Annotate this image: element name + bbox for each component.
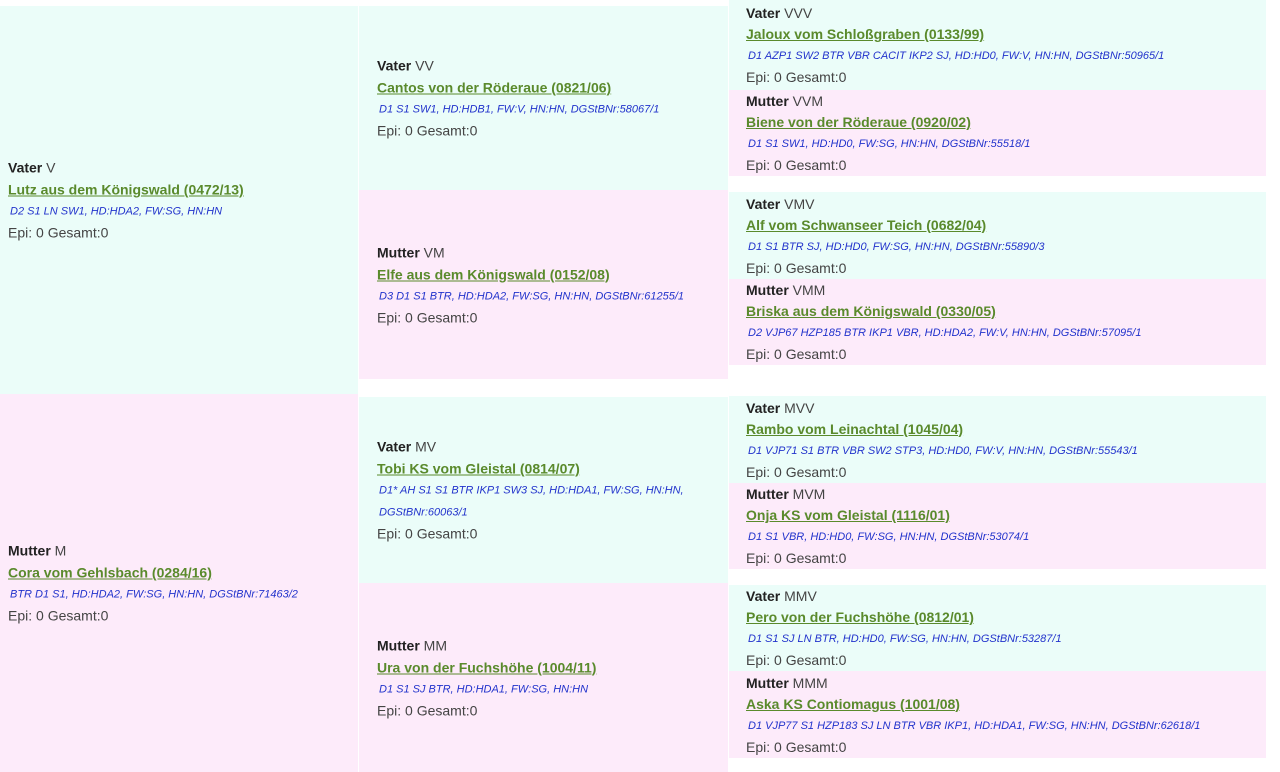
ancestor-code: MMM [792,674,828,691]
ancestor-name-link[interactable]: Ura von der Fuchshöhe (1004/11) [377,658,596,676]
ancestor-code: VV [415,57,434,74]
role-label: Vater MVV [746,399,1258,417]
sex-label: Vater [746,399,781,416]
ancestor-epi: Epi: 0 Gesamt:0 [8,224,109,241]
ancestor-code: V [46,159,56,176]
ancestor-titles: D1 VJP77 S1 HZP183 SJ LN BTR VBR IKP1, H… [748,719,1201,732]
sex-label: Vater [746,5,781,21]
ancestor-epi: Epi: 0 Gesamt:0 [377,702,478,718]
ancestor-epi: Epi: 0 Gesamt:0 [746,738,847,755]
role-label: Vater VVV [746,4,1258,22]
ancestor-mvv: Vater MVV Rambo vom Leinachtal (1045/04)… [729,396,1266,483]
ancestor-vv: Vater VV Cantos von der Röderaue (0821/0… [359,6,728,190]
ancestor-epi: Epi: 0 Gesamt:0 [377,525,478,542]
ancestor-name-link[interactable]: Aska KS Contiomagus (1001/08) [746,695,960,713]
ancestor-titles: D1 S1 BTR SJ, HD:HD0, FW:SG, HN:HN, DGSt… [748,240,1045,253]
ancestor-code: MVV [784,399,815,416]
ancestor-titles: D2 S1 LN SW1, HD:HDA2, FW:SG, HN:HN [10,205,223,218]
ancestor-titles: D1* AH S1 S1 BTR IKP1 SW3 SJ, HD:HDA1, F… [379,484,684,519]
role-label: Vater MMV [746,587,1258,605]
ancestor-code: VVV [784,5,813,21]
role-label: Mutter VM [377,243,704,261]
ancestor-epi: Epi: 0 Gesamt:0 [377,309,478,325]
ancestor-epi: Epi: 0 Gesamt:0 [746,463,847,480]
ancestor-titles: D1 S1 SW1, HD:HD0, FW:SG, HN:HN, DGStBNr… [748,138,1031,150]
ancestor-name-link[interactable]: Lutz aus dem Königswald (0472/13) [8,181,244,199]
ancestor-name-link[interactable]: Elfe aus dem Königswald (0152/08) [377,265,610,283]
sex-label: Mutter [746,486,789,502]
ancestor-vvm: Mutter VVM Biene von der Röderaue (0920/… [729,90,1266,176]
role-label: Vater VMV [746,195,1258,213]
role-label: Mutter VMM [746,281,1258,299]
ancestor-epi: Epi: 0 Gesamt:0 [746,259,847,276]
ancestor-name-link[interactable]: Alf vom Schwanseer Teich (0682/04) [746,216,986,234]
ancestor-epi: Epi: 0 Gesamt:0 [746,652,847,668]
ancestor-code: MVM [792,486,826,502]
sex-label: Mutter [746,674,789,691]
sex-label: Vater [377,57,412,74]
ancestor-vm: Mutter VM Elfe aus dem Königswald (0152/… [359,190,728,379]
ancestor-titles: D1 S1 SJ BTR, HD:HDA1, FW:SG, HN:HN [379,683,589,695]
sex-label: Mutter [377,244,420,260]
ancestor-name-link[interactable]: Cantos von der Röderaue (0821/06) [377,79,611,97]
role-label: Mutter MVM [746,485,1258,503]
sex-label: Vater [377,438,412,455]
ancestor-name-link[interactable]: Cora vom Gehlsbach (0284/16) [8,564,212,582]
ancestor-titles: D3 D1 S1 BTR, HD:HDA2, FW:SG, HN:HN, DGS… [379,290,685,302]
ancestor-epi: Epi: 0 Gesamt:0 [746,346,847,362]
ancestor-mmm: Mutter MMM Aska KS Contiomagus (1001/08)… [729,671,1266,758]
ancestor-titles: D1 S1 VBR, HD:HD0, FW:SG, HN:HN, DGStBNr… [748,531,1030,543]
role-label: Mutter MMM [746,674,1258,692]
sex-label: Mutter [746,93,789,109]
ancestor-titles: D1 VJP71 S1 BTR VBR SW2 STP3, HD:HD0, FW… [748,444,1138,457]
ancestor-epi: Epi: 0 Gesamt:0 [377,122,478,139]
ancestor-vmm: Mutter VMM Briska aus dem Königswald (03… [729,279,1266,365]
ancestor-name-link[interactable]: Rambo vom Leinachtal (1045/04) [746,420,963,438]
sex-label: Mutter [377,637,420,653]
ancestor-v: Vater V Lutz aus dem Königswald (0472/13… [0,6,358,394]
role-label: Vater VV [377,57,704,75]
ancestor-code: MMV [784,588,817,604]
ancestor-titles: D1 S1 SW1, HD:HDB1, FW:V, HN:HN, DGStBNr… [379,103,660,116]
ancestor-titles: BTR D1 S1, HD:HDA2, FW:SG, HN:HN, DGStBN… [10,588,298,601]
ancestor-code: VM [423,244,445,260]
ancestor-vmv: Vater VMV Alf vom Schwanseer Teich (0682… [729,192,1266,279]
ancestor-name-link[interactable]: Pero von der Fuchshöhe (0812/01) [746,608,974,626]
ancestor-code: MM [423,637,447,653]
ancestor-code: VMM [792,282,826,298]
sex-label: Vater [8,159,43,176]
ancestor-vvv: Vater VVV Jaloux vom Schloßgraben (0133/… [729,0,1266,90]
ancestor-epi: Epi: 0 Gesamt:0 [8,607,109,624]
role-label: Mutter VVM [746,92,1258,110]
ancestor-code: VMV [784,195,815,212]
ancestor-mvm: Mutter MVM Onja KS vom Gleistal (1116/01… [729,483,1266,569]
ancestor-titles: D1 AZP1 SW2 BTR VBR CACIT IKP2 SJ, HD:HD… [748,50,1165,62]
sex-label: Vater [746,195,781,212]
ancestor-titles: D2 VJP67 HZP185 BTR IKP1 VBR, HD:HDA2, F… [748,327,1142,339]
ancestor-name-link[interactable]: Jaloux vom Schloßgraben (0133/99) [746,25,984,43]
ancestor-titles: D1 S1 SJ LN BTR, HD:HD0, FW:SG, HN:HN, D… [748,633,1062,645]
ancestor-mm: Mutter MM Ura von der Fuchshöhe (1004/11… [359,583,728,772]
ancestor-epi: Epi: 0 Gesamt:0 [746,157,847,173]
sex-label: Mutter [8,542,51,559]
ancestor-epi: Epi: 0 Gesamt:0 [746,69,847,85]
ancestor-mv: Vater MV Tobi KS vom Gleistal (0814/07) … [359,397,728,583]
sex-label: Vater [746,588,781,604]
ancestor-name-link[interactable]: Biene von der Röderaue (0920/02) [746,113,971,131]
ancestor-m: Mutter M Cora vom Gehlsbach (0284/16) BT… [0,394,358,772]
sex-label: Mutter [746,282,789,298]
role-label: Vater MV [377,438,704,456]
ancestor-code: VVM [792,93,824,109]
ancestor-code: M [54,542,67,559]
ancestor-name-link[interactable]: Briska aus dem Königswald (0330/05) [746,302,996,320]
ancestor-name-link[interactable]: Onja KS vom Gleistal (1116/01) [746,506,950,524]
role-label: Mutter MM [377,636,704,654]
ancestor-name-link[interactable]: Tobi KS vom Gleistal (0814/07) [377,460,580,478]
role-label: Vater V [8,159,358,177]
role-label: Mutter M [8,542,358,560]
ancestor-code: MV [415,438,437,455]
ancestor-epi: Epi: 0 Gesamt:0 [746,550,847,566]
ancestor-mmv: Vater MMV Pero von der Fuchshöhe (0812/0… [729,585,1266,671]
